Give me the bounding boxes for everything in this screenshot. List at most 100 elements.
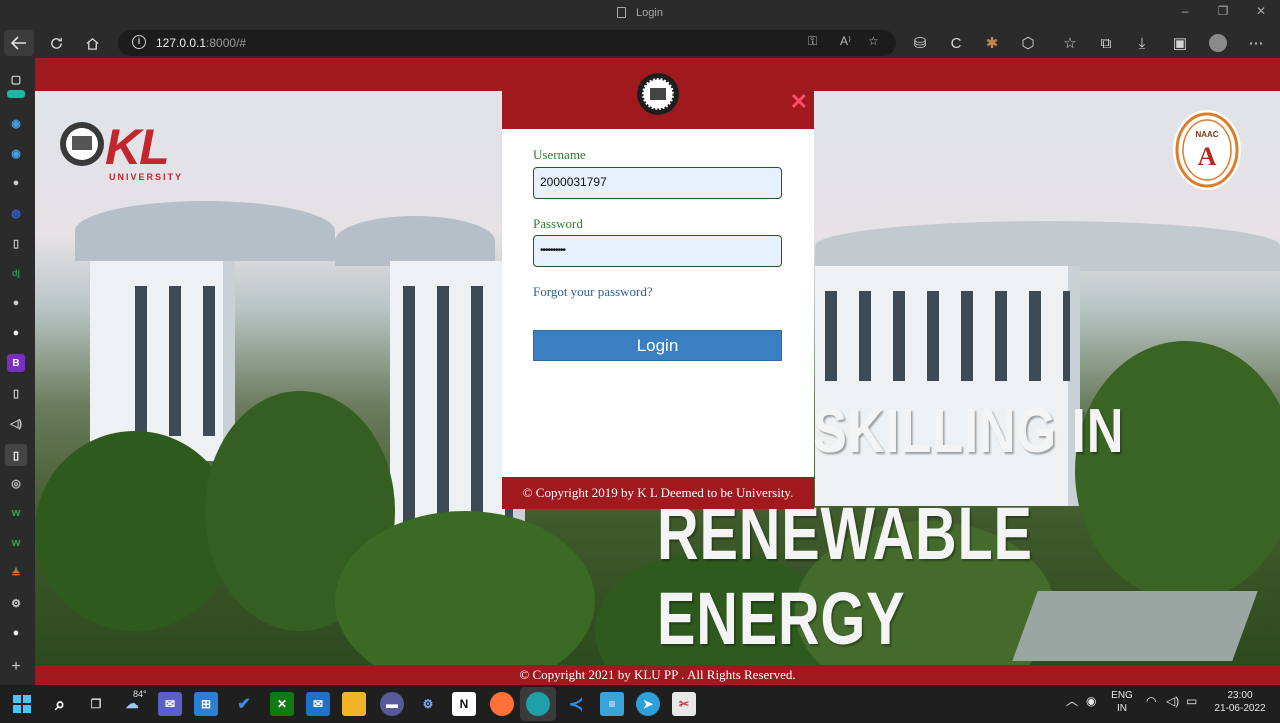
read-aloud-icon[interactable]: A⁾ bbox=[840, 34, 851, 48]
github-icon[interactable]: ● bbox=[7, 294, 25, 312]
tab-5-icon[interactable]: ◍ bbox=[7, 204, 25, 222]
extensions-icon[interactable]: ⬡ bbox=[1014, 30, 1042, 56]
home-button[interactable] bbox=[78, 30, 106, 56]
firefox-icon[interactable] bbox=[490, 692, 514, 716]
windows-taskbar: ⌕ ❐ ☁ 84° ✉ ⊞ ✔ ✕ ✉ ▬ ⚙ N ≺ ≡ ➤ ✂ ︿ ◉ EN… bbox=[0, 685, 1280, 723]
modal-close-icon[interactable]: ✕ bbox=[790, 91, 808, 113]
xbox-icon[interactable]: ✕ bbox=[270, 692, 294, 716]
django-icon[interactable]: dj bbox=[7, 264, 25, 282]
username-label: Username bbox=[533, 147, 586, 162]
hill bbox=[75, 201, 335, 261]
username-input[interactable]: 2000031797 bbox=[533, 167, 782, 199]
tab-1-icon[interactable] bbox=[7, 90, 25, 98]
notepad-icon[interactable]: ≡ bbox=[600, 692, 624, 716]
background-caption-line2: RENEWABLE ENERGY bbox=[657, 492, 1033, 660]
kl-logo-subtext: UNIVERSITY bbox=[109, 172, 184, 182]
arrow-left-icon bbox=[11, 36, 26, 50]
tab-w-icon[interactable]: w bbox=[7, 504, 25, 522]
extension-3-icon[interactable]: ✱ bbox=[978, 30, 1006, 56]
vr-icon[interactable]: ▣ bbox=[1166, 30, 1194, 56]
tree bbox=[35, 431, 235, 631]
github-icon[interactable]: ● bbox=[7, 324, 25, 342]
url-text[interactable]: 127.0.0.1:8000/# bbox=[156, 36, 246, 50]
teams-chat-icon[interactable]: ✉ bbox=[158, 692, 182, 716]
windows-logo-icon bbox=[13, 695, 31, 713]
tray-overflow-icon[interactable]: ︿ bbox=[1066, 695, 1078, 708]
document-icon bbox=[617, 7, 627, 18]
forgot-password-link[interactable]: Forgot your password? bbox=[533, 284, 653, 300]
login-button[interactable]: Login bbox=[533, 330, 782, 361]
login-modal-header: ✕ bbox=[502, 73, 814, 129]
address-bar[interactable]: i 127.0.0.1:8000/# ⚿ A⁾ ☆ bbox=[118, 30, 896, 56]
naac-badge: NAAC A bbox=[1171, 108, 1243, 192]
extension-2-icon[interactable]: C bbox=[942, 30, 970, 56]
tray-app-icon[interactable]: ◉ bbox=[1086, 695, 1096, 708]
key-icon[interactable]: ⚿ bbox=[808, 34, 817, 49]
clock[interactable]: 23:00 21-06-2022 bbox=[1208, 689, 1272, 715]
vscode-icon[interactable]: ≺ bbox=[564, 692, 588, 716]
university-seal bbox=[636, 72, 680, 116]
collections-icon[interactable]: ⧉ bbox=[1092, 30, 1120, 56]
window-title: Login bbox=[0, 7, 1280, 19]
tree bbox=[335, 511, 595, 685]
naac-grade: A bbox=[1197, 142, 1217, 171]
password-input[interactable]: •••••••••• bbox=[533, 235, 782, 267]
extension-1-icon[interactable]: ⛁ bbox=[906, 30, 934, 56]
tab-3-icon[interactable]: ◉ bbox=[7, 144, 25, 162]
more-menu-icon[interactable]: ⋯ bbox=[1242, 30, 1270, 56]
notion-icon[interactable]: N bbox=[452, 692, 476, 716]
maximize-button[interactable]: ❐ bbox=[1208, 4, 1238, 18]
background-caption-line1: SKILLING IN bbox=[813, 397, 1125, 466]
start-icon[interactable] bbox=[10, 692, 34, 716]
info-icon[interactable]: i bbox=[132, 35, 146, 49]
file-explorer-icon[interactable] bbox=[342, 692, 366, 716]
modal-footer: © Copyright 2019 by K L Deemed to be Uni… bbox=[502, 477, 814, 509]
todo-icon[interactable]: ✔ bbox=[232, 692, 256, 716]
tab-icon[interactable]: ≜ bbox=[7, 564, 25, 582]
wifi-icon[interactable]: ◠ bbox=[1146, 695, 1156, 708]
store-icon[interactable]: ⊞ bbox=[194, 692, 218, 716]
edge-icon[interactable] bbox=[526, 692, 550, 716]
back-button[interactable] bbox=[4, 30, 34, 56]
speaker-icon[interactable]: ◁) bbox=[7, 414, 25, 432]
volume-icon[interactable]: ◁) bbox=[1166, 695, 1179, 708]
doc-icon[interactable]: ▯ bbox=[7, 234, 25, 252]
window-titlebar: Login – ❐ ✕ bbox=[0, 0, 1280, 28]
active-tab-icon[interactable]: ▯ bbox=[5, 444, 27, 466]
language-indicator[interactable]: ENG IN bbox=[1108, 689, 1136, 715]
hill bbox=[815, 221, 1280, 271]
tab-w-icon[interactable]: w bbox=[7, 534, 25, 552]
network-app-icon[interactable]: ⚙ bbox=[416, 692, 440, 716]
github-icon[interactable]: ● bbox=[7, 174, 25, 192]
login-modal: ✕ Username 2000031797 Password •••••••••… bbox=[502, 73, 814, 509]
profile-avatar[interactable] bbox=[1204, 30, 1232, 56]
tab-icon[interactable]: ◎ bbox=[7, 474, 25, 492]
browser-sidebar: ▢ ◉ ◉ ● ◍ ▯ dj ● ● B ▯ ◁) ▯ ◎ w w ≜ ⚙ ● … bbox=[0, 58, 35, 685]
search-icon[interactable]: ⌕ bbox=[48, 692, 72, 716]
university-seal-icon bbox=[637, 73, 679, 115]
building-windows bbox=[825, 291, 1070, 381]
gear-icon[interactable]: ⚙ bbox=[7, 594, 25, 612]
refresh-button[interactable] bbox=[42, 30, 70, 56]
refresh-icon bbox=[50, 37, 62, 49]
mail-icon[interactable]: ✉ bbox=[306, 692, 330, 716]
telegram-icon[interactable]: ➤ bbox=[636, 692, 660, 716]
close-window-button[interactable]: ✕ bbox=[1246, 4, 1276, 18]
tab-actions-icon[interactable]: ▢ bbox=[7, 70, 25, 88]
weather-temp: 84° bbox=[133, 689, 147, 699]
battery-icon[interactable]: ▭ bbox=[1186, 695, 1197, 708]
favorite-add-icon[interactable]: ☆ bbox=[868, 34, 879, 48]
tab-2-icon[interactable]: ◉ bbox=[7, 114, 25, 132]
new-tab-icon[interactable]: + bbox=[7, 658, 25, 676]
doc-icon[interactable]: ▯ bbox=[7, 384, 25, 402]
snipping-tool-icon[interactable]: ✂ bbox=[672, 692, 696, 716]
home-icon bbox=[85, 37, 99, 50]
bootstrap-icon[interactable]: B bbox=[7, 354, 25, 372]
downloads-icon[interactable]: ⤓ bbox=[1128, 30, 1156, 56]
task-view-icon[interactable]: ❐ bbox=[84, 692, 108, 716]
app-icon[interactable]: ▬ bbox=[380, 692, 404, 716]
github-icon[interactable]: ● bbox=[7, 624, 25, 642]
naac-text: NAAC bbox=[1195, 130, 1219, 139]
minimize-button[interactable]: – bbox=[1170, 4, 1200, 18]
favorites-icon[interactable]: ☆ bbox=[1056, 30, 1084, 56]
